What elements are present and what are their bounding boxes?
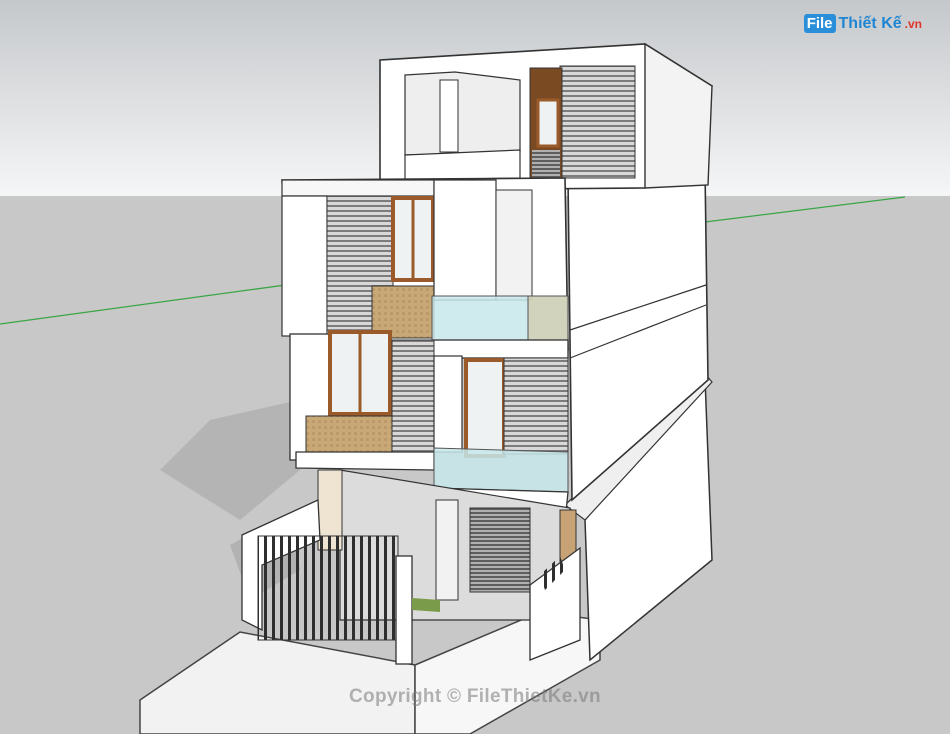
house-model-render	[0, 0, 950, 734]
balcony-slab	[431, 339, 569, 359]
level2-slab	[281, 179, 435, 197]
logo-badge: File	[803, 14, 836, 33]
wood-door	[464, 358, 506, 458]
site-logo: File Thiết Kế .vn	[803, 14, 922, 33]
gate-post	[395, 555, 413, 665]
window	[536, 98, 560, 148]
gate-fence	[257, 535, 399, 641]
louver-screen	[503, 357, 569, 455]
roof-opening	[404, 71, 521, 156]
level2-side-wall	[281, 195, 328, 337]
louver-screen-top	[559, 65, 636, 179]
louver-screen	[391, 339, 435, 453]
wall-column	[433, 179, 497, 301]
logo-suffix: .vn	[904, 16, 922, 31]
wall-column	[433, 355, 463, 453]
render-canvas: File Thiết Kế .vn Copyright © FileThietK…	[0, 0, 950, 734]
wood-door	[469, 507, 531, 593]
pillar	[435, 499, 459, 601]
planter-box	[527, 295, 569, 341]
level1-slab	[295, 451, 435, 471]
inner-column	[495, 189, 533, 301]
copyright-watermark: Copyright © FileThietKe.vn	[349, 686, 601, 707]
roof-terrace-wall	[404, 149, 521, 181]
roof-column	[439, 79, 459, 153]
glass-balcony	[433, 447, 569, 493]
grass-strip	[412, 598, 440, 612]
logo-text: Thiết Kế	[838, 14, 902, 32]
